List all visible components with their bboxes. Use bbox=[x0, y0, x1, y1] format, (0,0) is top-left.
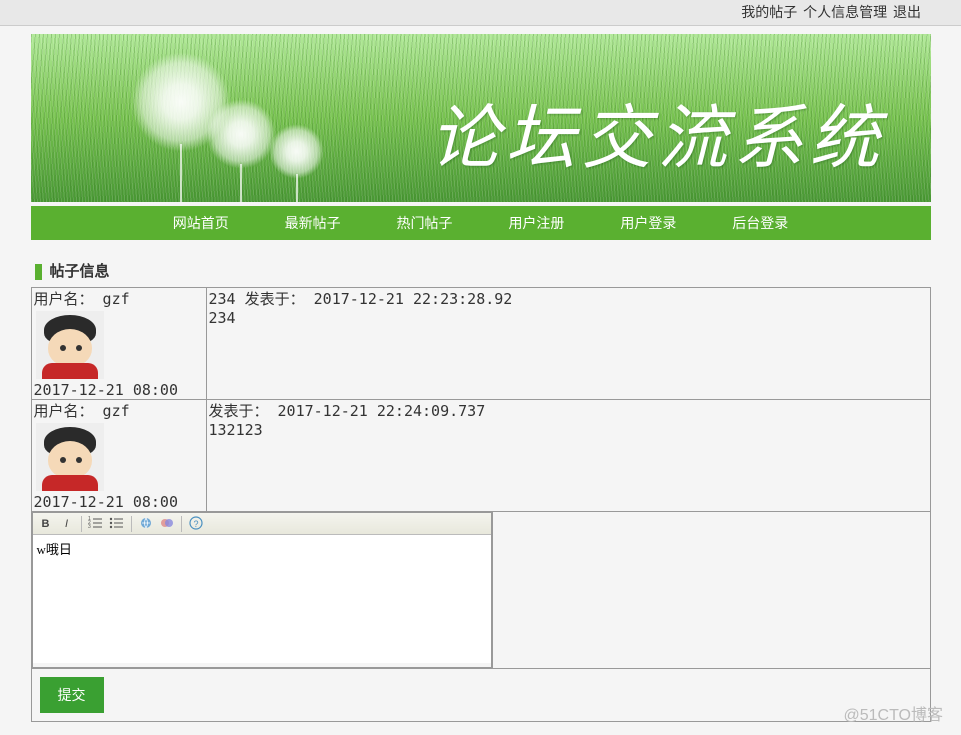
help-icon[interactable]: ? bbox=[187, 515, 205, 533]
table-row: 用户名： gzf 2017-12-21 08:00 234 发表于： 2017-… bbox=[31, 288, 930, 400]
post-content-cell: 234 发表于： 2017-12-21 22:23:28.92 234 bbox=[206, 288, 930, 400]
nav-home[interactable]: 网站首页 bbox=[153, 206, 249, 240]
table-row: 用户名： gzf 2017-12-21 08:00 发表于： 2017-12-2… bbox=[31, 400, 930, 512]
site-title: 论坛交流系统 bbox=[430, 82, 886, 183]
submit-button[interactable]: 提交 bbox=[40, 677, 104, 713]
avatar bbox=[36, 423, 104, 491]
nav-my-posts[interactable]: 我的帖子 bbox=[741, 4, 797, 20]
post-body: 234 bbox=[209, 309, 928, 327]
editor-textarea[interactable] bbox=[33, 535, 491, 663]
editor: B I 123 bbox=[32, 512, 492, 668]
italic-button[interactable]: I bbox=[58, 515, 76, 533]
post-header: 发表于： 2017-12-21 22:24:09.737 bbox=[209, 400, 928, 421]
editor-toolbar: B I 123 bbox=[33, 513, 491, 535]
bold-button[interactable]: B bbox=[37, 515, 55, 533]
nav-logout[interactable]: 退出 bbox=[893, 4, 921, 20]
image-icon[interactable] bbox=[158, 515, 176, 533]
post-header: 234 发表于： 2017-12-21 22:23:28.92 bbox=[209, 288, 928, 309]
banner: 论坛交流系统 bbox=[31, 34, 931, 202]
top-nav: 我的帖子 个人信息管理 退出 bbox=[0, 0, 961, 26]
dandelion-icon bbox=[269, 124, 324, 179]
editor-row: B I 123 bbox=[31, 512, 930, 669]
nav-hot[interactable]: 热门帖子 bbox=[377, 206, 473, 240]
nav-register[interactable]: 用户注册 bbox=[488, 206, 584, 240]
user-reg-date: 2017-12-21 08:00 bbox=[34, 381, 204, 399]
nav-admin[interactable]: 后台登录 bbox=[712, 206, 808, 240]
user-reg-date: 2017-12-21 08:00 bbox=[34, 493, 204, 511]
post-table: 用户名： gzf 2017-12-21 08:00 234 发表于： 2017-… bbox=[31, 287, 931, 722]
submit-row: 提交 bbox=[31, 669, 930, 722]
main-nav: 网站首页 最新帖子 热门帖子 用户注册 用户登录 后台登录 bbox=[31, 206, 931, 240]
nav-login[interactable]: 用户登录 bbox=[600, 206, 696, 240]
user-cell: 用户名： gzf 2017-12-21 08:00 bbox=[31, 400, 206, 512]
dandelion-icon bbox=[206, 99, 276, 169]
avatar bbox=[36, 311, 104, 379]
watermark: @51CTO博客 bbox=[843, 701, 943, 725]
ordered-list-icon[interactable]: 123 bbox=[87, 515, 105, 533]
post-body: 132123 bbox=[209, 421, 928, 439]
username: gzf bbox=[103, 402, 130, 420]
username: gzf bbox=[103, 290, 130, 308]
section-title: 帖子信息 bbox=[31, 260, 931, 281]
svg-text:3: 3 bbox=[88, 524, 91, 530]
nav-latest[interactable]: 最新帖子 bbox=[265, 206, 361, 240]
link-icon[interactable] bbox=[137, 515, 155, 533]
user-cell: 用户名： gzf 2017-12-21 08:00 bbox=[31, 288, 206, 400]
nav-profile[interactable]: 个人信息管理 bbox=[803, 4, 887, 20]
post-content-cell: 发表于： 2017-12-21 22:24:09.737 132123 bbox=[206, 400, 930, 512]
unordered-list-icon[interactable] bbox=[108, 515, 126, 533]
svg-text:?: ? bbox=[193, 519, 198, 529]
